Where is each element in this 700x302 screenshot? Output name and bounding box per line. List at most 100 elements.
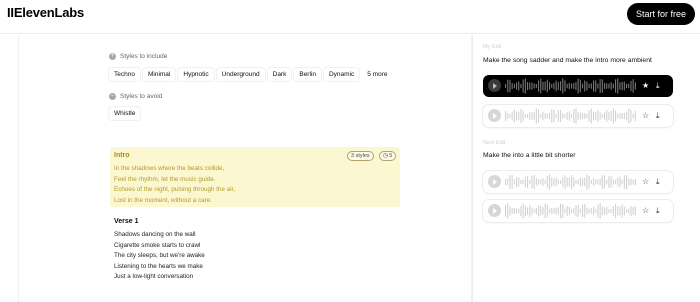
download-icon[interactable]: ⤓: [656, 176, 660, 188]
include-tags: Techno Minimal Hypnotic Underground Dark…: [109, 68, 393, 81]
avoid-tag[interactable]: Whistle: [109, 107, 141, 120]
waveform-bar: [606, 83, 608, 89]
top-header: IIElevenLabs Start for free: [0, 0, 700, 34]
waveform-bar: [582, 83, 584, 89]
waveform[interactable]: [505, 108, 637, 124]
waveform-bar: [597, 110, 599, 122]
waveform-bar: [507, 203, 509, 219]
waveform-bar: [518, 208, 520, 214]
style-tag[interactable]: Techno: [109, 68, 140, 81]
duration-badge[interactable]: ◷ 5: [379, 151, 397, 161]
star-icon[interactable]: ☆: [642, 110, 649, 122]
audio-track-active[interactable]: ★ ⤓: [483, 75, 673, 97]
lyric-line: Lost in the moment, without a care.: [114, 196, 213, 204]
clock-icon: ◷: [383, 153, 389, 159]
waveform-bar: [566, 205, 568, 217]
waveform-bar: [520, 83, 522, 89]
star-icon[interactable]: ★: [642, 80, 649, 92]
waveform-bar: [516, 82, 518, 90]
style-tag[interactable]: Dynamic: [323, 68, 360, 81]
waveform-bar: [615, 79, 617, 93]
style-tag[interactable]: Minimal: [142, 68, 176, 81]
lyric-line: Echoes of the night, pulsing through the…: [114, 186, 236, 193]
waveform-bar: [551, 208, 553, 214]
waveform[interactable]: [505, 174, 637, 190]
waveform-bar: [584, 177, 586, 187]
start-for-free-button[interactable]: Start for free: [627, 3, 695, 25]
waveform-bar: [588, 83, 590, 89]
waveform-bar: [590, 108, 592, 124]
waveform-bar: [606, 206, 608, 216]
audio-track[interactable]: ☆ ⤓: [483, 200, 673, 222]
waveform-bar: [557, 109, 559, 123]
waveform-bar: [630, 206, 632, 216]
waveform-bar: [564, 208, 566, 214]
waveform-bar: [634, 206, 636, 216]
waveform-bar: [617, 113, 619, 119]
waveform-bar: [509, 174, 511, 190]
waveform-bar: [577, 78, 579, 94]
style-tag[interactable]: Berlin: [294, 68, 321, 81]
waveform-bar: [562, 78, 564, 94]
waveform-bar: [606, 179, 608, 185]
waveform-bar: [568, 82, 570, 90]
waveform-bar: [560, 179, 562, 185]
style-tag[interactable]: Dark: [267, 68, 292, 81]
download-icon[interactable]: ⤓: [656, 205, 660, 217]
duration-value: 5: [389, 153, 393, 159]
waveform[interactable]: [505, 203, 637, 219]
download-icon[interactable]: ⤓: [656, 110, 660, 122]
waveform-bar: [582, 178, 584, 186]
waveform-bar: [621, 81, 623, 91]
waveform-bar: [520, 108, 522, 124]
waveform-bar: [617, 78, 619, 94]
panel-divider: [472, 35, 473, 302]
waveform-bar: [610, 111, 612, 121]
waveform-bar: [535, 178, 537, 186]
style-tag[interactable]: Hypnotic: [178, 68, 214, 81]
waveform-bar: [595, 179, 597, 185]
more-styles-button[interactable]: 5 more: [362, 68, 393, 81]
verse-lyrics: Shadows dancing on the wall Cigarette sm…: [114, 230, 205, 283]
audio-track[interactable]: ☆ ⤓: [483, 105, 673, 127]
download-icon[interactable]: ⤓: [656, 80, 660, 92]
elevenlabs-logo[interactable]: IIElevenLabs: [7, 5, 84, 20]
lyric-line: Feel the rhythm, let the music guide.: [114, 175, 216, 183]
waveform[interactable]: [505, 78, 637, 94]
styles-badge[interactable]: 3 styles: [347, 151, 374, 161]
waveform-bar: [511, 207, 513, 215]
play-icon[interactable]: [488, 175, 501, 188]
waveform-bar: [542, 81, 544, 91]
style-tag[interactable]: Underground: [216, 68, 265, 81]
play-icon[interactable]: [488, 79, 501, 92]
waveform-bar: [608, 175, 610, 189]
play-icon[interactable]: [488, 204, 501, 217]
waveform-bar: [593, 80, 595, 92]
waveform-bar: [522, 110, 524, 122]
waveform-bar: [531, 175, 533, 189]
waveform-bar: [573, 177, 575, 187]
lyric-line: Just a low-light conversation: [114, 273, 194, 281]
minus-circle-icon: −: [109, 93, 116, 100]
waveform-bar: [626, 208, 628, 214]
waveform-bar: [593, 206, 595, 216]
waveform-bar: [509, 79, 511, 93]
waveform-bar: [584, 80, 586, 92]
waveform-bar: [604, 82, 606, 90]
audio-track[interactable]: ☆ ⤓: [483, 171, 673, 193]
intro-section[interactable]: Intro 3 styles ◷ 5 In the shadows where …: [110, 147, 400, 207]
waveform-bar: [513, 207, 515, 215]
waveform-bar: [575, 81, 577, 91]
waveform-bar: [533, 208, 535, 214]
waveform-bar: [590, 208, 592, 214]
waveform-bar: [626, 174, 628, 190]
waveform-bar: [586, 174, 588, 190]
waveform-bar: [590, 83, 592, 89]
waveform-bar: [511, 175, 513, 189]
waveform-bar: [513, 179, 515, 185]
star-icon[interactable]: ☆: [642, 176, 649, 188]
intro-lyrics: In the shadows where the beats collide, …: [114, 164, 235, 206]
star-icon[interactable]: ☆: [642, 205, 649, 217]
play-icon[interactable]: [488, 109, 501, 122]
waveform-bar: [586, 207, 588, 215]
